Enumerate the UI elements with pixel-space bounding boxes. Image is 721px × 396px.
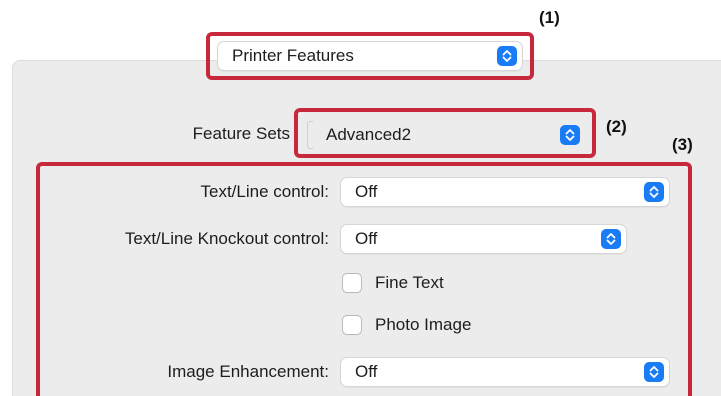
chevron-up-down-icon <box>644 362 664 382</box>
preset-popup-value: Printer Features <box>232 46 354 65</box>
text-line-control-value: Off <box>355 182 378 201</box>
popup-edge-decoration <box>307 121 313 149</box>
print-dialog-screenshot: Printer Features (1) Feature Sets Advanc… <box>0 0 721 396</box>
text-line-knockout-popup[interactable]: Off <box>341 225 626 253</box>
feature-sets-popup[interactable]: Advanced2 <box>314 121 584 149</box>
checkbox-square[interactable] <box>343 274 361 292</box>
text-line-knockout-label: Text/Line Knockout control: <box>124 229 329 248</box>
fine-text-label: Fine Text <box>375 273 444 292</box>
checkbox-square[interactable] <box>343 316 361 334</box>
callout-label-3: (3) <box>672 135 693 154</box>
image-enhancement-label: Image Enhancement: <box>167 362 329 381</box>
photo-image-label: Photo Image <box>375 315 472 334</box>
preset-popup-button[interactable]: Printer Features <box>218 42 522 70</box>
text-line-control-popup[interactable]: Off <box>341 178 669 206</box>
chevron-up-down-icon <box>560 125 580 145</box>
text-line-control-label: Text/Line control: <box>200 182 329 201</box>
image-enhancement-value: Off <box>355 362 378 381</box>
feature-sets-label: Feature Sets <box>192 124 290 143</box>
feature-sets-value: Advanced2 <box>326 125 412 144</box>
chevron-up-down-icon <box>497 46 517 66</box>
image-enhancement-popup[interactable]: Off <box>341 358 669 386</box>
chevron-up-down-icon <box>601 229 621 249</box>
text-line-knockout-value: Off <box>355 229 378 248</box>
photo-image-checkbox[interactable]: Photo Image <box>343 315 471 335</box>
chevron-up-down-icon <box>644 182 664 202</box>
callout-label-1: (1) <box>539 8 560 27</box>
callout-label-2: (2) <box>606 117 627 136</box>
fine-text-checkbox[interactable]: Fine Text <box>343 273 444 293</box>
